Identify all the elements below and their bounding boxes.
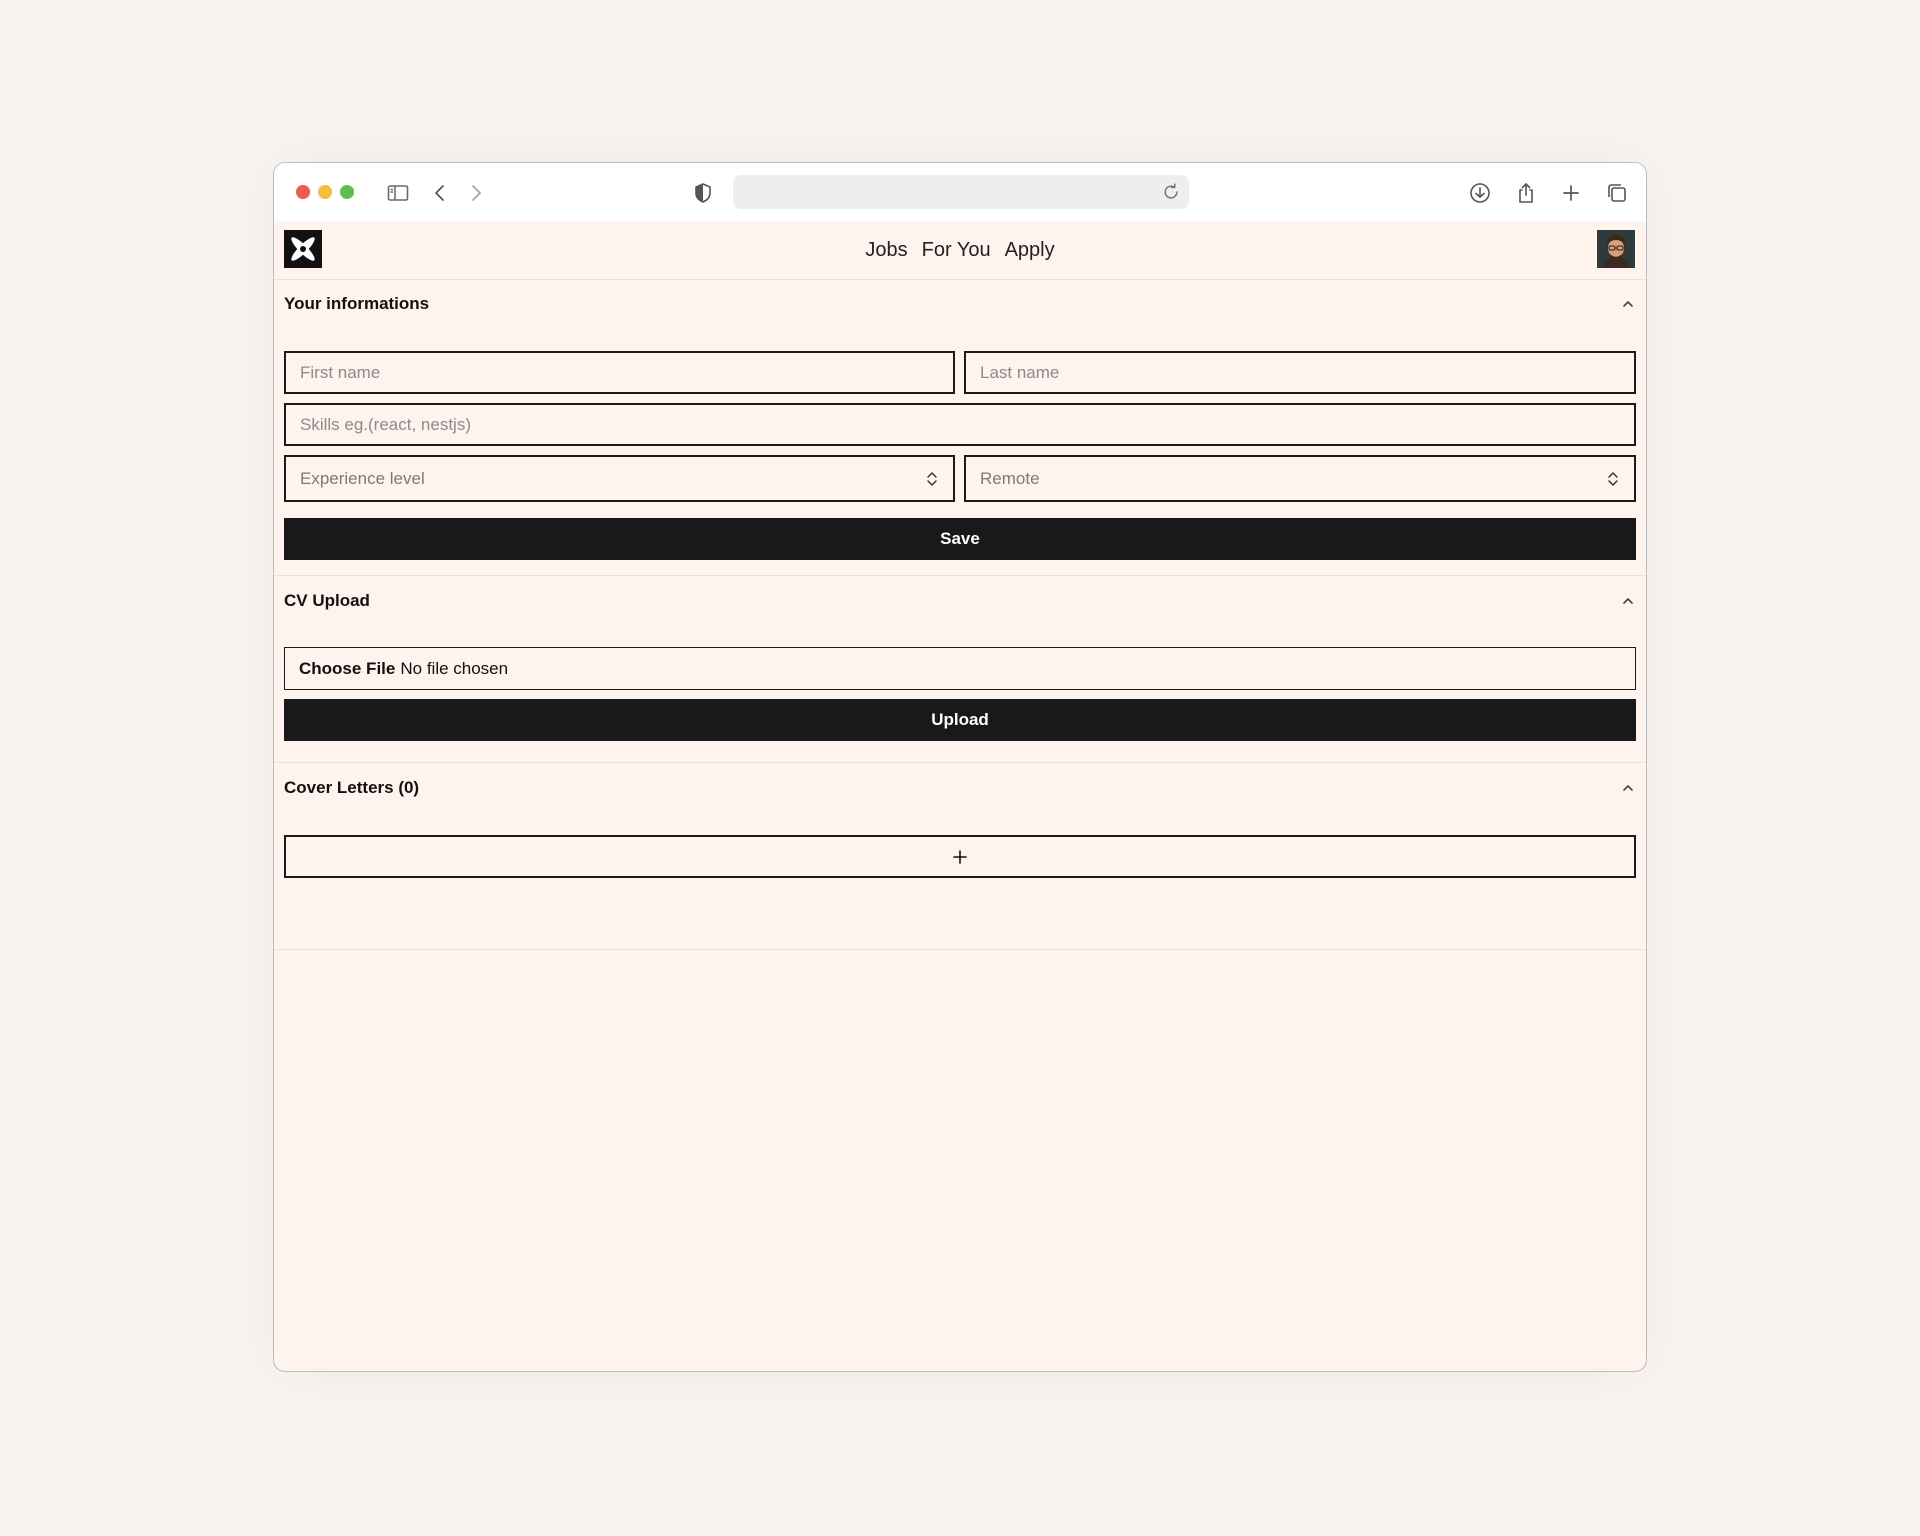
tabs-overview-icon[interactable] [1604, 180, 1630, 206]
nav-link-apply[interactable]: Apply [1005, 239, 1055, 262]
remote-placeholder: Remote [980, 468, 1040, 488]
nav-link-jobs[interactable]: Jobs [865, 239, 907, 262]
avatar[interactable] [1597, 230, 1635, 268]
forward-icon[interactable] [463, 180, 489, 206]
main-nav: Jobs For You Apply [274, 221, 1646, 280]
experience-level-placeholder: Experience level [300, 468, 425, 488]
cv-file-input[interactable]: Choose File No file chosen [284, 647, 1636, 690]
your-informations-section: Your informations Experience level Remot… [274, 280, 1646, 576]
section-title: Cover Letters (0) [284, 778, 420, 797]
upload-button[interactable]: Upload [284, 699, 1636, 741]
your-informations-header[interactable]: Your informations [284, 292, 1636, 316]
chevron-up-icon[interactable] [1620, 296, 1636, 312]
remote-select[interactable]: Remote [964, 455, 1636, 502]
section-title: CV Upload [284, 591, 370, 610]
cv-upload-section: CV Upload Choose File No file chosen Upl… [274, 576, 1646, 763]
back-icon[interactable] [427, 180, 453, 206]
close-window-button[interactable] [296, 185, 310, 199]
cv-upload-header[interactable]: CV Upload [284, 589, 1636, 613]
address-bar[interactable] [733, 175, 1189, 209]
experience-level-select[interactable]: Experience level [284, 455, 955, 502]
plus-icon [953, 849, 967, 864]
add-cover-letter-button[interactable] [284, 835, 1636, 878]
shield-icon[interactable] [690, 180, 716, 206]
browser-toolbar [274, 163, 1646, 221]
logo[interactable] [284, 230, 322, 268]
reload-icon[interactable] [1161, 182, 1181, 202]
choose-file-button[interactable]: Choose File [299, 659, 395, 679]
chevron-up-icon[interactable] [1620, 593, 1636, 609]
nav-link-for-you[interactable]: For You [922, 239, 991, 262]
skills-input[interactable] [284, 403, 1636, 446]
cover-letters-section: Cover Letters (0) [274, 763, 1646, 950]
new-tab-icon[interactable] [1558, 180, 1584, 206]
save-button[interactable]: Save [284, 518, 1636, 560]
first-name-input[interactable] [284, 351, 955, 394]
download-icon[interactable] [1467, 180, 1493, 206]
cover-letters-header[interactable]: Cover Letters (0) [284, 776, 1636, 800]
chevron-up-icon[interactable] [1620, 780, 1636, 796]
section-title: Your informations [284, 294, 430, 313]
browser-window: Jobs For You Apply Your informations Fir… [273, 162, 1647, 1372]
maximize-window-button[interactable] [340, 185, 354, 199]
sidebar-icon[interactable] [385, 180, 411, 206]
file-status-text: No file chosen [400, 658, 509, 678]
logo-icon [284, 230, 322, 268]
app-header: Jobs For You Apply [274, 221, 1646, 280]
user-avatar-icon [1597, 230, 1635, 268]
minimize-window-button[interactable] [318, 185, 332, 199]
last-name-input[interactable] [964, 351, 1636, 394]
chevron-up-down-icon [1608, 471, 1618, 486]
chevron-up-down-icon [927, 471, 937, 486]
share-icon[interactable] [1513, 180, 1539, 206]
